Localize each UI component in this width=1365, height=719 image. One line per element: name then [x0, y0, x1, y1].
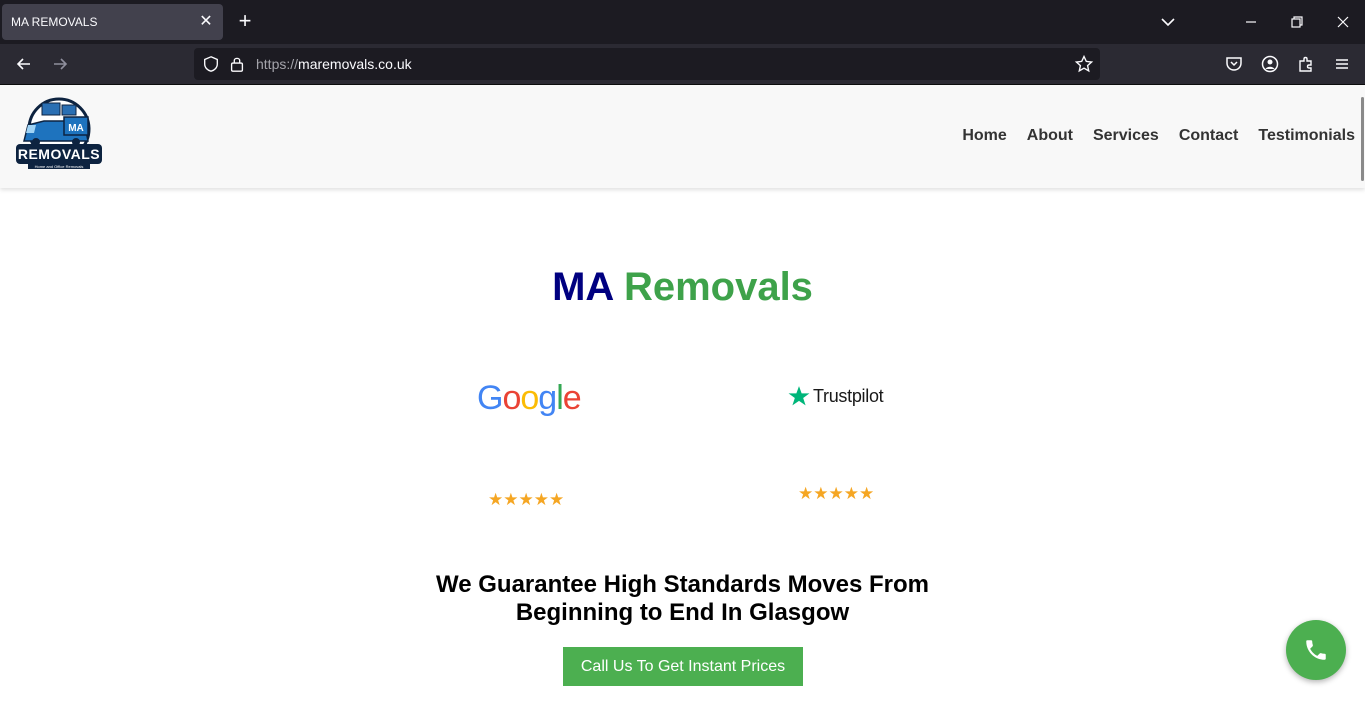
trustpilot-text: Trustpilot: [813, 385, 884, 406]
restore-icon[interactable]: [1287, 12, 1307, 32]
address-bar[interactable]: https://maremovals.co.uk: [194, 48, 1100, 80]
google-rating-stars: ★★★★★: [488, 490, 565, 509]
page-scrollbar[interactable]: [1361, 97, 1364, 181]
call-to-get-prices-button[interactable]: Call Us To Get Instant Prices: [563, 647, 803, 686]
account-icon[interactable]: [1260, 54, 1280, 74]
back-arrow-icon[interactable]: [14, 54, 34, 74]
guarantee-line-1: We Guarantee High Standards Moves From: [436, 571, 929, 598]
bookmark-star-icon[interactable]: [1074, 54, 1094, 74]
close-window-icon[interactable]: [1333, 12, 1353, 32]
menu-item-home[interactable]: Home: [962, 127, 1006, 145]
menu-item-testimonials[interactable]: Testimonials: [1258, 127, 1355, 145]
hamburger-menu-icon[interactable]: [1332, 54, 1352, 74]
logo-tagline: Home and Office Removals: [35, 164, 84, 169]
logo-van-text: MA: [68, 123, 84, 134]
tab-list-chevron-icon[interactable]: [1158, 12, 1178, 32]
hero-title: MA Removals: [0, 265, 1365, 310]
ma-removals-logo[interactable]: MA REMOVALS Home and Office Removals: [14, 97, 104, 171]
forward-arrow-icon[interactable]: [50, 54, 70, 74]
google-letter: G: [477, 379, 503, 417]
google-letter: e: [562, 379, 582, 417]
google-logo: Google: [477, 379, 582, 418]
logo-text: REMOVALS: [18, 146, 100, 162]
pocket-icon[interactable]: [1224, 54, 1244, 74]
browser-tab-bar: MA REMOVALS ✕ +: [0, 0, 1365, 44]
menu-item-contact[interactable]: Contact: [1179, 127, 1239, 145]
extensions-icon[interactable]: [1296, 54, 1316, 74]
tab-title: MA REMOVALS: [11, 15, 98, 29]
phone-call-button[interactable]: [1286, 620, 1346, 680]
phone-icon: [1306, 640, 1326, 660]
menu-item-about[interactable]: About: [1027, 127, 1073, 145]
menu-item-services[interactable]: Services: [1093, 127, 1159, 145]
hero-title-removals: Removals: [623, 265, 813, 309]
close-tab-icon[interactable]: ✕: [197, 13, 215, 31]
url-host: maremovals.co.uk: [298, 56, 412, 72]
guarantee-line-2: Beginning to End In Glasgow: [515, 599, 850, 626]
minimize-icon[interactable]: [1241, 12, 1261, 32]
google-letter: o: [520, 379, 539, 417]
browser-nav-bar: https://maremovals.co.uk: [0, 44, 1365, 85]
page-viewport: MA REMOVALS Home and Office Removals Hom…: [0, 85, 1365, 719]
browser-tab[interactable]: MA REMOVALS ✕: [2, 4, 223, 40]
main-menu: Home About Services Contact Testimonials: [962, 127, 1355, 145]
site-header: MA REMOVALS Home and Office Removals Hom…: [0, 85, 1365, 188]
shield-icon[interactable]: [202, 55, 220, 73]
url-protocol: https://: [256, 56, 299, 72]
google-letter: g: [538, 379, 557, 417]
lock-icon[interactable]: [228, 55, 246, 73]
guarantee-heading: We Guarantee High Standards Moves From B…: [0, 571, 1365, 627]
google-letter: o: [502, 379, 521, 417]
trustpilot-rating-stars: ★★★★★: [798, 484, 875, 503]
trustpilot-logo: Trustpilot: [788, 385, 884, 407]
trustpilot-star-icon: [788, 386, 810, 406]
hero-title-ma: MA: [552, 265, 613, 309]
new-tab-button[interactable]: +: [234, 10, 256, 33]
url-text[interactable]: https://maremovals.co.uk: [256, 56, 412, 72]
